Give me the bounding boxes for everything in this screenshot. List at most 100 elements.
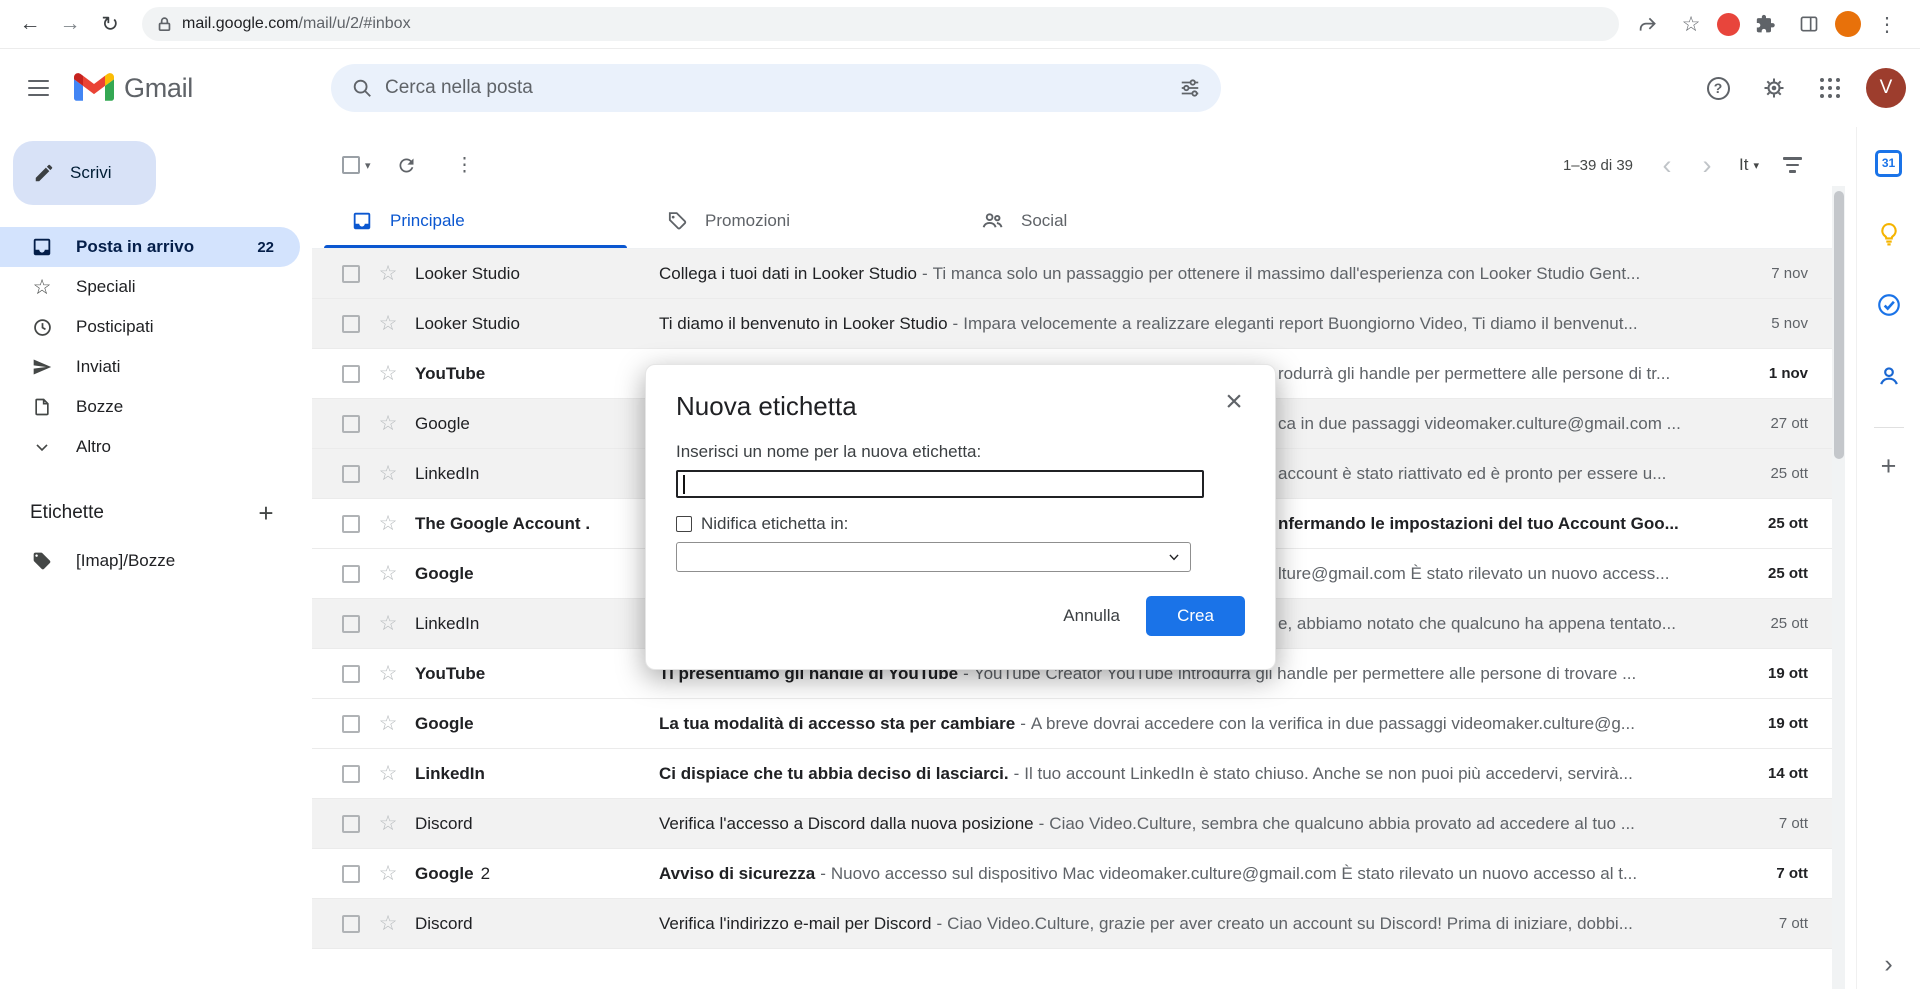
email-subject-line: Verifica l'indirizzo e-mail per Discord … [659, 914, 1736, 934]
sidebar-item-sent[interactable]: Inviati [0, 347, 300, 387]
cancel-button[interactable]: Annulla [1047, 597, 1136, 635]
account-avatar[interactable]: V [1866, 68, 1906, 108]
bookmark-star-icon[interactable]: ☆ [1674, 7, 1708, 41]
browser-reload-icon[interactable]: ↻ [90, 4, 130, 44]
browser-back-icon[interactable]: ← [10, 4, 50, 44]
star-icon[interactable]: ☆ [377, 563, 399, 584]
sidebar-item-more[interactable]: Altro [0, 427, 300, 467]
create-label-icon[interactable]: + [246, 493, 286, 533]
star-icon[interactable]: ☆ [377, 913, 399, 934]
help-icon[interactable]: ? [1694, 64, 1742, 112]
sidebar-item-inbox[interactable]: Posta in arrivo 22 [0, 227, 300, 267]
compose-button[interactable]: Scrivi [13, 141, 156, 205]
calendar-icon[interactable]: 31 [1869, 143, 1909, 183]
email-subject: Verifica l'accesso a Discord dalla nuova… [659, 814, 1034, 834]
star-icon[interactable]: ☆ [377, 763, 399, 784]
side-panel-icon[interactable] [1792, 7, 1826, 41]
email-checkbox[interactable] [342, 465, 360, 483]
star-icon[interactable]: ☆ [377, 663, 399, 684]
settings-gear-icon[interactable] [1750, 64, 1798, 112]
star-icon[interactable]: ☆ [377, 313, 399, 334]
email-row[interactable]: ☆ Google 2 Avviso di sicurezza - Nuovo a… [312, 849, 1832, 899]
input-tools-selector[interactable]: It ▾ [1739, 155, 1759, 175]
email-sender: LinkedIn [415, 764, 659, 784]
subject-snippet-separator: - [1014, 764, 1020, 784]
email-row[interactable]: ☆ LinkedIn Ci dispiace che tu abbia deci… [312, 749, 1832, 799]
google-apps-icon[interactable] [1806, 64, 1854, 112]
close-icon[interactable]: × [1215, 383, 1253, 421]
email-checkbox[interactable] [342, 265, 360, 283]
browser-forward-icon[interactable]: → [50, 4, 90, 44]
extensions-puzzle-icon[interactable] [1749, 7, 1783, 41]
star-icon[interactable]: ☆ [377, 263, 399, 284]
sidebar-item-drafts[interactable]: Bozze [0, 387, 300, 427]
email-subject-line: Verifica l'accesso a Discord dalla nuova… [659, 814, 1736, 834]
tasks-icon[interactable] [1869, 285, 1909, 325]
sidebar-item-starred[interactable]: ☆ Speciali [0, 267, 300, 307]
email-checkbox[interactable] [342, 665, 360, 683]
select-caret-icon[interactable]: ▾ [365, 159, 371, 172]
email-row[interactable]: ☆ Looker Studio Collega i tuoi dati in L… [312, 249, 1832, 299]
email-row[interactable]: ☆ Looker Studio Ti diamo il benvenuto in… [312, 299, 1832, 349]
tab-social[interactable]: Social [954, 193, 1269, 248]
label-name-input[interactable] [676, 470, 1204, 498]
sender-name: LinkedIn [415, 764, 485, 784]
nest-label-checkbox[interactable] [676, 516, 692, 532]
email-checkbox[interactable] [342, 765, 360, 783]
search-options-icon[interactable] [1167, 65, 1213, 111]
share-icon[interactable] [1631, 7, 1665, 41]
email-checkbox[interactable] [342, 565, 360, 583]
star-icon[interactable]: ☆ [377, 813, 399, 834]
tab-promozioni[interactable]: Promozioni [639, 193, 954, 248]
browser-profile-avatar[interactable] [1835, 11, 1861, 37]
email-checkbox[interactable] [342, 865, 360, 883]
primary-tab-icon [351, 210, 373, 232]
contacts-icon[interactable] [1869, 356, 1909, 396]
email-checkbox[interactable] [342, 915, 360, 933]
more-options-icon[interactable]: ⋮ [443, 143, 487, 187]
create-button[interactable]: Crea [1146, 596, 1245, 636]
email-checkbox[interactable] [342, 615, 360, 633]
search-icon[interactable] [339, 65, 385, 111]
star-icon[interactable]: ☆ [377, 713, 399, 734]
email-checkbox[interactable] [342, 815, 360, 833]
main-menu-icon[interactable] [14, 64, 62, 112]
checkbox [342, 156, 360, 174]
sidebar-item-snoozed[interactable]: Posticipati [0, 307, 300, 347]
email-checkbox[interactable] [342, 315, 360, 333]
sender-name: YouTube [415, 364, 485, 384]
tab-principale[interactable]: Principale [324, 193, 639, 248]
parent-label-select[interactable] [676, 542, 1191, 572]
star-icon[interactable]: ☆ [377, 463, 399, 484]
email-checkbox[interactable] [342, 515, 360, 533]
get-addons-icon[interactable]: + [1869, 446, 1909, 486]
collapse-side-panel-icon[interactable]: › [1857, 950, 1920, 979]
email-row[interactable]: ☆ Google La tua modalità di accesso sta … [312, 699, 1832, 749]
sender-name: Discord [415, 814, 473, 834]
scrollbar-thumb[interactable] [1834, 191, 1844, 459]
star-icon[interactable]: ☆ [377, 413, 399, 434]
email-checkbox[interactable] [342, 415, 360, 433]
star-icon[interactable]: ☆ [377, 513, 399, 534]
email-row[interactable]: ☆ Discord Verifica l'indirizzo e-mail pe… [312, 899, 1832, 949]
star-icon[interactable]: ☆ [377, 613, 399, 634]
select-all-checkbox[interactable]: ▾ [342, 156, 371, 174]
email-checkbox[interactable] [342, 715, 360, 733]
newer-page-icon[interactable]: ‹ [1647, 145, 1687, 185]
split-pane-toggle-icon[interactable] [1783, 157, 1802, 173]
browser-menu-icon[interactable]: ⋮ [1870, 7, 1904, 41]
email-row[interactable]: ☆ Discord Verifica l'accesso a Discord d… [312, 799, 1832, 849]
url-bar[interactable]: mail.google.com/mail/u/2/#inbox [142, 7, 1619, 41]
sidebar-nav: Posta in arrivo 22 ☆ Speciali Posticipat… [0, 227, 312, 467]
star-icon[interactable]: ☆ [377, 863, 399, 884]
sidebar-item-label: Speciali [76, 277, 300, 297]
adblock-extension-icon[interactable] [1717, 13, 1740, 36]
older-page-icon[interactable]: › [1687, 145, 1727, 185]
search-input[interactable] [385, 77, 1167, 99]
star-icon[interactable]: ☆ [377, 363, 399, 384]
email-checkbox[interactable] [342, 365, 360, 383]
sidebar-label-imap-bozze[interactable]: [Imap]/Bozze [0, 541, 300, 581]
keep-icon[interactable] [1869, 214, 1909, 254]
refresh-icon[interactable] [385, 143, 429, 187]
list-scrollbar[interactable] [1832, 186, 1845, 989]
